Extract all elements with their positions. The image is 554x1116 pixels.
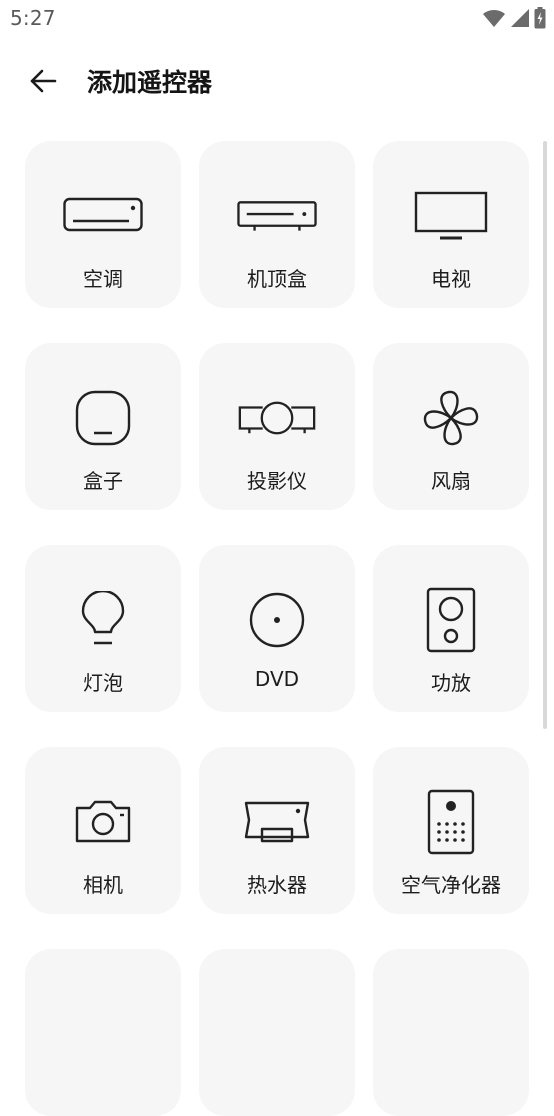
air-purifier-icon xyxy=(411,787,491,857)
scrollbar[interactable] xyxy=(543,141,547,729)
device-tile-partial[interactable] xyxy=(199,949,355,1116)
arrow-left-icon xyxy=(28,66,58,96)
light-bulb-icon xyxy=(63,585,143,655)
device-tile-camera[interactable]: 相机 xyxy=(25,747,181,914)
device-label: 灯泡 xyxy=(83,671,123,695)
device-label: 投影仪 xyxy=(247,469,307,493)
device-tile-air-conditioner[interactable]: 空调 xyxy=(25,141,181,308)
device-tile-set-top-box[interactable]: 机顶盒 xyxy=(199,141,355,308)
camera-icon xyxy=(63,787,143,857)
device-tile-projector[interactable]: 投影仪 xyxy=(199,343,355,510)
back-button[interactable] xyxy=(20,58,66,104)
device-label: DVD xyxy=(254,667,300,691)
set-top-box-icon xyxy=(237,181,317,251)
device-tile-fan[interactable]: 风扇 xyxy=(373,343,529,510)
device-label: 相机 xyxy=(83,873,123,897)
status-time: 5:27 xyxy=(10,6,56,30)
air-conditioner-icon xyxy=(63,181,143,251)
dvd-icon xyxy=(237,585,317,655)
page-title: 添加遥控器 xyxy=(87,68,213,97)
device-label: 热水器 xyxy=(247,873,307,897)
device-tile-amplifier[interactable]: 功放 xyxy=(373,545,529,712)
device-grid: 空调 机顶盒 电视 盒子 投影仪 风扇 灯泡 DVD 功放 相机 热水器 空气净… xyxy=(25,141,529,1116)
device-label: 功放 xyxy=(431,671,471,695)
device-tile-light-bulb[interactable]: 灯泡 xyxy=(25,545,181,712)
device-label: 盒子 xyxy=(83,469,123,493)
device-tile-partial[interactable] xyxy=(25,949,181,1116)
device-tile-box[interactable]: 盒子 xyxy=(25,343,181,510)
box-icon xyxy=(63,383,143,453)
projector-icon xyxy=(237,383,317,453)
signal-icon xyxy=(510,8,530,28)
amplifier-icon xyxy=(411,585,491,655)
tv-icon xyxy=(411,181,491,251)
device-label: 风扇 xyxy=(431,469,471,493)
device-tile-air-purifier[interactable]: 空气净化器 xyxy=(373,747,529,914)
fan-icon xyxy=(411,383,491,453)
wifi-icon xyxy=(482,8,506,28)
device-label: 机顶盒 xyxy=(247,267,307,291)
device-tile-tv[interactable]: 电视 xyxy=(373,141,529,308)
water-heater-icon xyxy=(237,787,317,857)
app-bar: 添加遥控器 xyxy=(0,50,554,112)
status-bar: 5:27 xyxy=(0,0,554,38)
device-tile-partial[interactable] xyxy=(373,949,529,1116)
device-tile-water-heater[interactable]: 热水器 xyxy=(199,747,355,914)
device-label: 空调 xyxy=(83,267,123,291)
device-label: 电视 xyxy=(431,267,471,291)
device-label: 空气净化器 xyxy=(401,873,501,897)
status-icons xyxy=(482,6,546,30)
battery-icon xyxy=(534,7,546,29)
device-tile-dvd[interactable]: DVD xyxy=(199,545,355,712)
